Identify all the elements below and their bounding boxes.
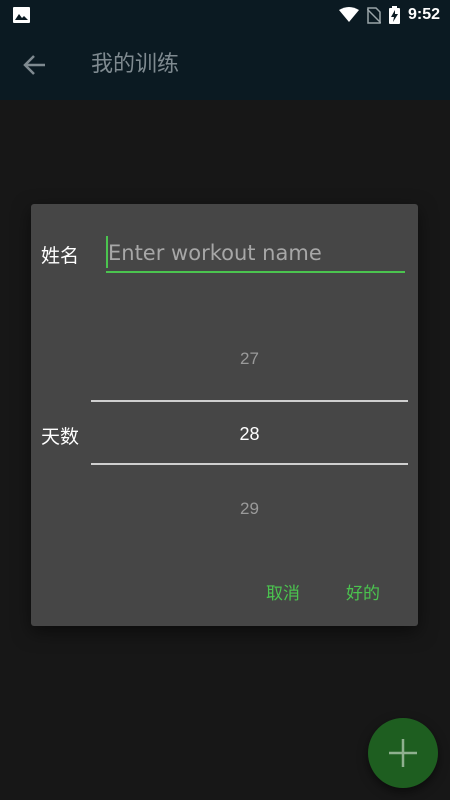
- plus-icon: [389, 739, 417, 767]
- status-time: 9:52: [407, 6, 440, 23]
- gallery-icon: [13, 7, 30, 23]
- no-sim-icon: [366, 6, 381, 24]
- cancel-button[interactable]: 取消: [266, 579, 300, 604]
- picker-divider-top: [91, 400, 408, 402]
- picker-next-value[interactable]: 29: [91, 499, 408, 519]
- name-label: 姓名: [41, 245, 80, 267]
- wifi-icon: [338, 7, 359, 22]
- status-bar: 9:52: [0, 0, 450, 30]
- picker-selected-value[interactable]: 28: [91, 424, 408, 445]
- screen: 9:52 我的训练 姓名 天数 27 28 29 取消 好的: [0, 0, 450, 800]
- new-workout-dialog: 姓名 天数 27 28 29 取消 好的: [31, 204, 418, 626]
- add-workout-fab[interactable]: [368, 718, 438, 788]
- page-title: 我的训练: [91, 52, 180, 77]
- battery-charging-icon: [388, 6, 400, 24]
- text-caret: [106, 236, 108, 268]
- days-label: 天数: [41, 426, 80, 448]
- picker-previous-value[interactable]: 27: [91, 349, 408, 369]
- app-bar: 我的训练: [0, 30, 450, 100]
- workout-name-input[interactable]: [106, 235, 405, 273]
- back-arrow-icon[interactable]: [22, 52, 48, 78]
- picker-divider-bottom: [91, 463, 408, 465]
- status-icons: 9:52: [338, 0, 440, 30]
- ok-button[interactable]: 好的: [346, 579, 380, 604]
